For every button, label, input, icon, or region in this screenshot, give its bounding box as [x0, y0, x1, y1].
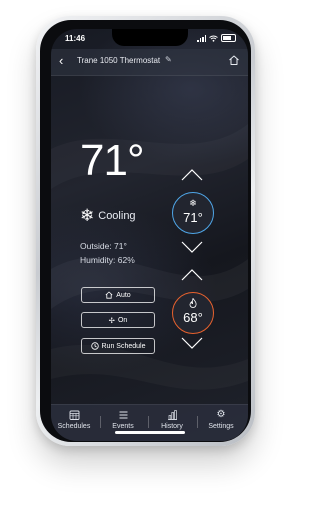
- run-schedule-button[interactable]: Run Schedule: [81, 338, 155, 354]
- humidity-reading: Humidity: 62%: [80, 255, 135, 265]
- home-indicator[interactable]: [115, 431, 185, 434]
- tab-events[interactable]: Events: [103, 409, 143, 430]
- tab-divider: [100, 416, 101, 428]
- bottom-tab-bar: Schedules Events History ⚙ Settings: [51, 404, 248, 441]
- bar-chart-icon: [167, 410, 177, 420]
- app-screen: 11:46 ‹ Trane 1050 Thermostat ✎ 71° ❄ Co…: [51, 29, 248, 441]
- outside-temperature: Outside: 71°: [80, 241, 127, 251]
- heat-setpoint-value: 68°: [183, 310, 203, 325]
- page-title: Trane 1050 Thermostat: [77, 56, 161, 65]
- cool-setpoint-dial[interactable]: ❄ 71°: [172, 192, 214, 234]
- battery-icon: [221, 34, 236, 42]
- mode-auto-label: Auto: [116, 291, 131, 299]
- status-time: 11:46: [65, 34, 86, 43]
- signal-icon: [197, 35, 206, 42]
- cool-increase-chevron-up-icon[interactable]: [181, 169, 203, 181]
- run-schedule-label: Run Schedule: [101, 342, 146, 350]
- flame-icon: [189, 298, 197, 308]
- phone-frame: 11:46 ‹ Trane 1050 Thermostat ✎ 71° ❄ Co…: [36, 16, 255, 446]
- camera-notch: [112, 29, 188, 46]
- mode-label: Cooling: [98, 209, 136, 222]
- clock-icon: [90, 342, 99, 350]
- phone-bezel: 11:46 ‹ Trane 1050 Thermostat ✎ 71° ❄ Co…: [40, 20, 251, 442]
- mode-status: ❄ Cooling: [80, 207, 136, 224]
- heat-decrease-chevron-down-icon[interactable]: [181, 337, 203, 349]
- fan-on-label: On: [117, 316, 128, 324]
- status-icons: [197, 34, 236, 42]
- current-temperature: 71°: [80, 136, 145, 185]
- tab-schedules[interactable]: Schedules: [54, 409, 94, 430]
- edit-pencil-icon[interactable]: ✎: [165, 55, 172, 64]
- calendar-icon: [69, 410, 79, 420]
- tab-settings[interactable]: ⚙ Settings: [201, 409, 241, 430]
- cool-decrease-chevron-down-icon[interactable]: [181, 241, 203, 253]
- snowflake-icon: ❄: [80, 206, 95, 225]
- fan-on-button[interactable]: ✢ On: [81, 312, 155, 328]
- fan-icon: ✢: [108, 315, 115, 325]
- gear-icon: ⚙: [216, 409, 226, 420]
- nav-bar: ‹ Trane 1050 Thermostat ✎: [51, 49, 248, 76]
- mode-auto-button[interactable]: Auto: [81, 287, 155, 303]
- back-button[interactable]: ‹: [59, 54, 63, 68]
- house-icon: [105, 291, 113, 299]
- tab-events-label: Events: [112, 423, 134, 430]
- wifi-icon: [209, 35, 218, 42]
- tab-divider: [148, 416, 149, 428]
- snowflake-icon: ❄: [189, 198, 197, 208]
- home-icon[interactable]: [228, 54, 240, 66]
- cool-setpoint-value: 71°: [183, 210, 203, 225]
- background-swoosh: [51, 257, 248, 309]
- tab-schedules-label: Schedules: [57, 423, 91, 430]
- tab-divider: [197, 416, 198, 428]
- heat-increase-chevron-up-icon[interactable]: [181, 269, 203, 281]
- tab-history-label: History: [161, 423, 183, 430]
- heat-setpoint-dial[interactable]: 68°: [172, 292, 214, 334]
- tab-settings-label: Settings: [208, 423, 234, 430]
- tab-history[interactable]: History: [152, 409, 192, 430]
- list-icon: [119, 411, 127, 419]
